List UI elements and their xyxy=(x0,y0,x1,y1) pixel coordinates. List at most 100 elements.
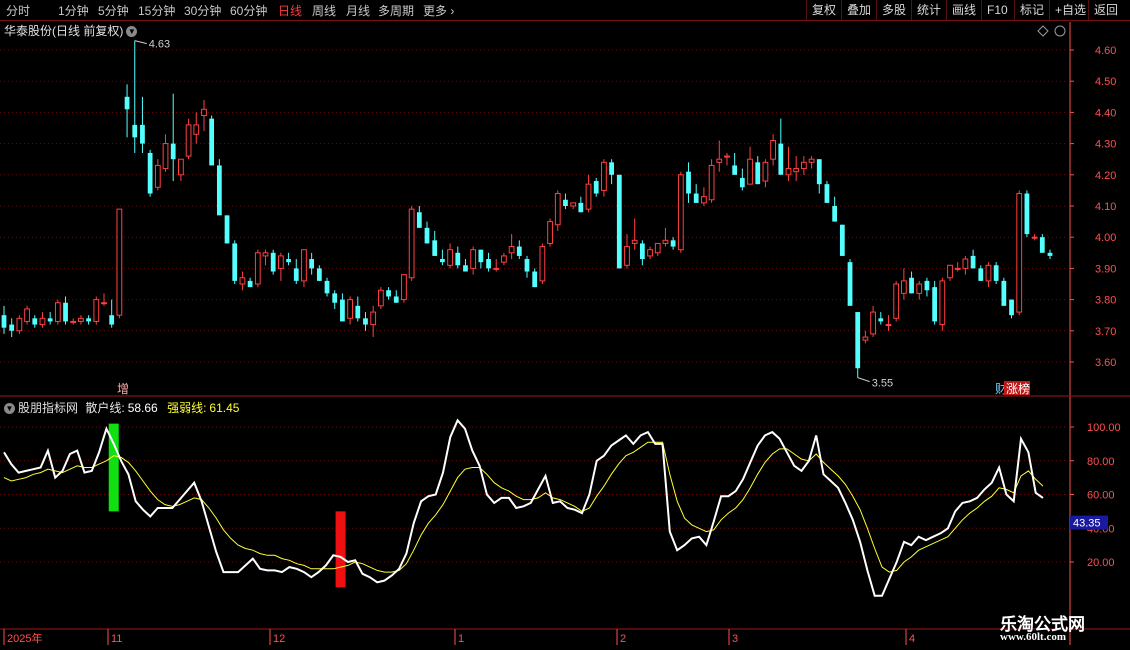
candle-up xyxy=(377,289,384,307)
candle-up xyxy=(647,249,653,257)
candle-down xyxy=(847,262,853,306)
candle-down xyxy=(393,296,399,303)
sell-signal-bar-red xyxy=(335,511,346,588)
candle-down xyxy=(440,259,445,263)
period-tab-more[interactable]: 更多 › xyxy=(423,2,454,19)
multi-stock-button[interactable]: 多股 xyxy=(876,0,911,20)
candle-up xyxy=(470,249,477,269)
period-tab-5min[interactable]: 5分钟 xyxy=(98,2,129,19)
period-tab-1min[interactable]: 1分钟 xyxy=(58,2,89,19)
candle-down xyxy=(1024,193,1030,235)
candle-down xyxy=(739,177,745,188)
toolbar: 分时 1分钟 5分钟 15分钟 30分钟 60分钟 日线 周线 月线 多周期 更… xyxy=(0,0,1130,21)
mark-button[interactable]: 标记 xyxy=(1014,0,1049,20)
period-tab-30min[interactable]: 30分钟 xyxy=(184,2,221,19)
candle-down xyxy=(432,240,438,256)
date-tick-label: 2 xyxy=(620,633,626,645)
indicator-panel-title[interactable]: ▼ 股朋指标网 散户线: 58.66 强弱线: 61.45 xyxy=(4,399,239,416)
period-tab-60min[interactable]: 60分钟 xyxy=(230,2,267,19)
candle-up xyxy=(116,208,123,316)
statistics-button[interactable]: 统计 xyxy=(911,0,946,20)
candle-down xyxy=(1001,280,1007,306)
candle-down xyxy=(147,152,153,194)
retail-line-value: 58.66 xyxy=(127,401,158,415)
chevron-right-icon: › xyxy=(450,4,455,18)
price-tick-label: 4.20 xyxy=(1095,170,1116,182)
candle-down xyxy=(363,318,368,325)
add-watchlist-button[interactable]: +自选 xyxy=(1049,0,1091,20)
candle-up xyxy=(93,299,100,322)
candle-down xyxy=(670,240,676,247)
candle-down xyxy=(270,252,276,272)
adjust-button[interactable]: 复权 xyxy=(806,0,841,20)
draw-line-button[interactable]: 画线 xyxy=(946,0,981,20)
date-tick-label: 2025年 xyxy=(7,631,42,645)
indicator-dropdown-icon[interactable]: ▼ xyxy=(4,403,15,415)
candle-down xyxy=(424,227,430,244)
price-tick-label: 3.80 xyxy=(1095,295,1116,307)
period-tab-intraday[interactable]: 分时 xyxy=(6,2,30,19)
f10-button[interactable]: F10 xyxy=(981,0,1013,20)
candle-up xyxy=(570,202,577,207)
strength-line xyxy=(3,441,1044,573)
dropdown-circle-icon[interactable]: ▼ xyxy=(126,26,138,38)
indicator-tick-label: 80.00 xyxy=(1087,456,1115,468)
candle-down xyxy=(824,184,830,203)
candle-down xyxy=(924,280,930,291)
circle-icon xyxy=(1054,25,1066,37)
candle-up xyxy=(39,317,46,326)
candle-down xyxy=(693,193,699,203)
period-tab-multi[interactable]: 多周期 xyxy=(378,2,414,19)
candle-down xyxy=(170,143,176,160)
period-tab-monthly[interactable]: 月线 xyxy=(346,2,370,19)
candle-down xyxy=(578,202,584,213)
overlay-button[interactable]: 叠加 xyxy=(841,0,876,20)
candle-down xyxy=(639,243,645,260)
candle-up xyxy=(162,143,169,170)
date-tick-label: 3 xyxy=(732,633,738,645)
event-marker-limitup: 涨榜 xyxy=(1006,381,1030,396)
candle-down xyxy=(816,159,822,185)
candle-up xyxy=(631,239,638,244)
candle-down xyxy=(416,212,422,228)
event-marker-finance: 财 xyxy=(995,382,1007,396)
candle-up xyxy=(708,164,715,201)
candle-down xyxy=(324,280,330,294)
candle-down xyxy=(32,318,38,325)
event-marker-add: 增 xyxy=(117,382,129,396)
candle-up xyxy=(508,246,515,254)
candle-down xyxy=(732,165,738,175)
candle-down xyxy=(140,124,145,144)
candle-up xyxy=(724,155,730,158)
stock-chart: 3.60 3.70 3.80 3.90 4.00 4.10 4.20 4.30 4.40 4.50… xyxy=(0,22,1130,645)
candle-down xyxy=(124,96,130,110)
date-tick-label: 1 xyxy=(458,633,464,645)
candlestick-series xyxy=(1,40,1053,378)
candle-up xyxy=(347,299,353,319)
price-panel-title[interactable]: 华泰股份(日线 前复权) ▼ xyxy=(4,22,138,39)
candle-up xyxy=(654,242,661,254)
price-tick-label: 3.70 xyxy=(1095,326,1116,338)
candle-down xyxy=(532,271,538,288)
period-tab-15min[interactable]: 15分钟 xyxy=(138,2,175,19)
event-marker-bg xyxy=(1004,381,1030,395)
candle-down xyxy=(132,124,138,138)
candle-up xyxy=(962,258,969,269)
candle-up xyxy=(262,252,269,257)
candle-up xyxy=(954,267,961,270)
candle-up xyxy=(78,317,84,322)
candle-down xyxy=(224,215,230,244)
date-tick-label: 12 xyxy=(273,633,285,645)
candle-up xyxy=(601,161,607,191)
candle-down xyxy=(1047,252,1053,256)
period-tab-weekly[interactable]: 周线 xyxy=(312,2,336,19)
candle-down xyxy=(516,246,522,256)
candle-up xyxy=(747,158,753,185)
candle-up xyxy=(408,208,415,279)
price-tick-label: 4.60 xyxy=(1095,45,1116,57)
candle-up xyxy=(201,108,207,117)
period-tab-daily[interactable]: 日线 xyxy=(278,2,302,19)
candle-up xyxy=(447,249,453,266)
back-button[interactable]: 返回 xyxy=(1088,0,1123,20)
candle-down xyxy=(216,165,222,216)
